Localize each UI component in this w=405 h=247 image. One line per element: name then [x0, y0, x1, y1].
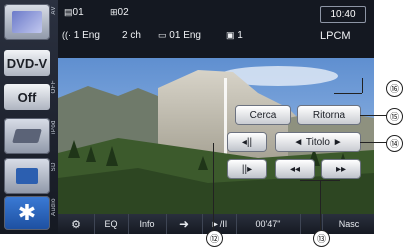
chapter-indicator: ⊞02: [110, 7, 129, 18]
bluetooth-button[interactable]: ✱: [4, 196, 50, 230]
nasc-button[interactable]: Nasc: [322, 214, 374, 234]
audio-track-indicator: ((· 1 Eng: [62, 30, 100, 41]
bluetooth-icon: ✱: [17, 200, 37, 225]
titolo-selector[interactable]: ◄ Titolo ►: [276, 133, 360, 151]
callout-15: ⑮: [386, 108, 403, 125]
ritorna-button[interactable]: Ritorna: [298, 106, 360, 124]
source-rail: DVD-V Off ✱ AV OFF iPod SD Audio: [0, 0, 58, 234]
av-screen: DVD-V Off ✱ AV OFF iPod SD Audio ▤01 ⊞02…: [0, 0, 374, 234]
title-number: 01: [72, 7, 84, 18]
leader-14: [360, 142, 387, 143]
settings-button[interactable]: ⚙: [58, 214, 95, 234]
clock: 10:40: [320, 6, 366, 23]
off-button[interactable]: Off: [4, 84, 50, 110]
ipod-source-button[interactable]: [4, 118, 50, 154]
callout-16: ⑯: [386, 80, 403, 97]
info-button[interactable]: Info: [128, 214, 167, 234]
side-tag-av: AV: [51, 6, 57, 15]
av-source-button[interactable]: [4, 4, 50, 40]
leader-16: [362, 78, 363, 93]
elapsed-time: 00'47": [236, 214, 301, 234]
fast-forward-button[interactable]: ▸▸: [322, 160, 360, 178]
angle-indicator: ▣ 1: [226, 30, 243, 41]
audio-track: 1 Eng: [73, 30, 100, 41]
side-tag-sd: SD: [51, 162, 57, 172]
sd-source-button[interactable]: [4, 158, 50, 194]
leader-13: [320, 180, 321, 230]
subtitle-track: 01 Eng: [169, 30, 201, 41]
slow-forward-button[interactable]: ||▸: [228, 160, 266, 178]
next-page-arrow-icon[interactable]: ➜: [166, 214, 203, 234]
chapter-number: 02: [117, 7, 129, 18]
chapter-icon: ⊞: [110, 7, 118, 17]
callout-14: ⑭: [386, 135, 403, 152]
status-bar: ▤01 ⊞02 10:40 ((· 1 Eng 2 ch ▭ 01 Eng ▣ …: [58, 0, 374, 58]
side-tag-audio: Audio: [51, 198, 57, 216]
cerca-button[interactable]: Cerca: [236, 106, 290, 124]
ipod-icon: [12, 129, 42, 143]
side-tag-ipod: iPod: [51, 120, 57, 135]
title-indicator: ▤01: [64, 7, 84, 18]
leader-15: [360, 115, 387, 116]
title-icon: ▤: [64, 7, 73, 17]
audio-format: LPCM: [320, 30, 351, 42]
video-frame[interactable]: Cerca Ritorna ◄ Titolo ► ◂|| ||▸ ◂◂ ▸▸: [58, 58, 374, 214]
av-source-icon: [12, 11, 42, 33]
slow-reverse-button[interactable]: ◂||: [228, 133, 266, 151]
leader-16-h: [334, 93, 362, 94]
rewind-button[interactable]: ◂◂: [276, 160, 314, 178]
angle-number: 1: [237, 30, 243, 41]
sd-card-icon: [16, 168, 38, 184]
leader-12: [213, 143, 214, 238]
callout-12: ⑫: [206, 230, 223, 247]
channels: 2 ch: [122, 30, 141, 41]
eq-button[interactable]: EQ: [94, 214, 129, 234]
callout-13: ⑬: [313, 230, 330, 247]
dvd-source-button[interactable]: DVD-V: [4, 50, 50, 76]
side-tag-off: OFF: [51, 80, 57, 94]
angle-icon: ▣: [226, 30, 235, 40]
subtitle-indicator: ▭ 01 Eng: [158, 30, 201, 41]
leader-13-h: [300, 180, 340, 181]
audio-icon: ((·: [62, 30, 71, 40]
gear-icon: ⚙: [71, 218, 81, 231]
subtitle-icon: ▭: [158, 30, 167, 40]
